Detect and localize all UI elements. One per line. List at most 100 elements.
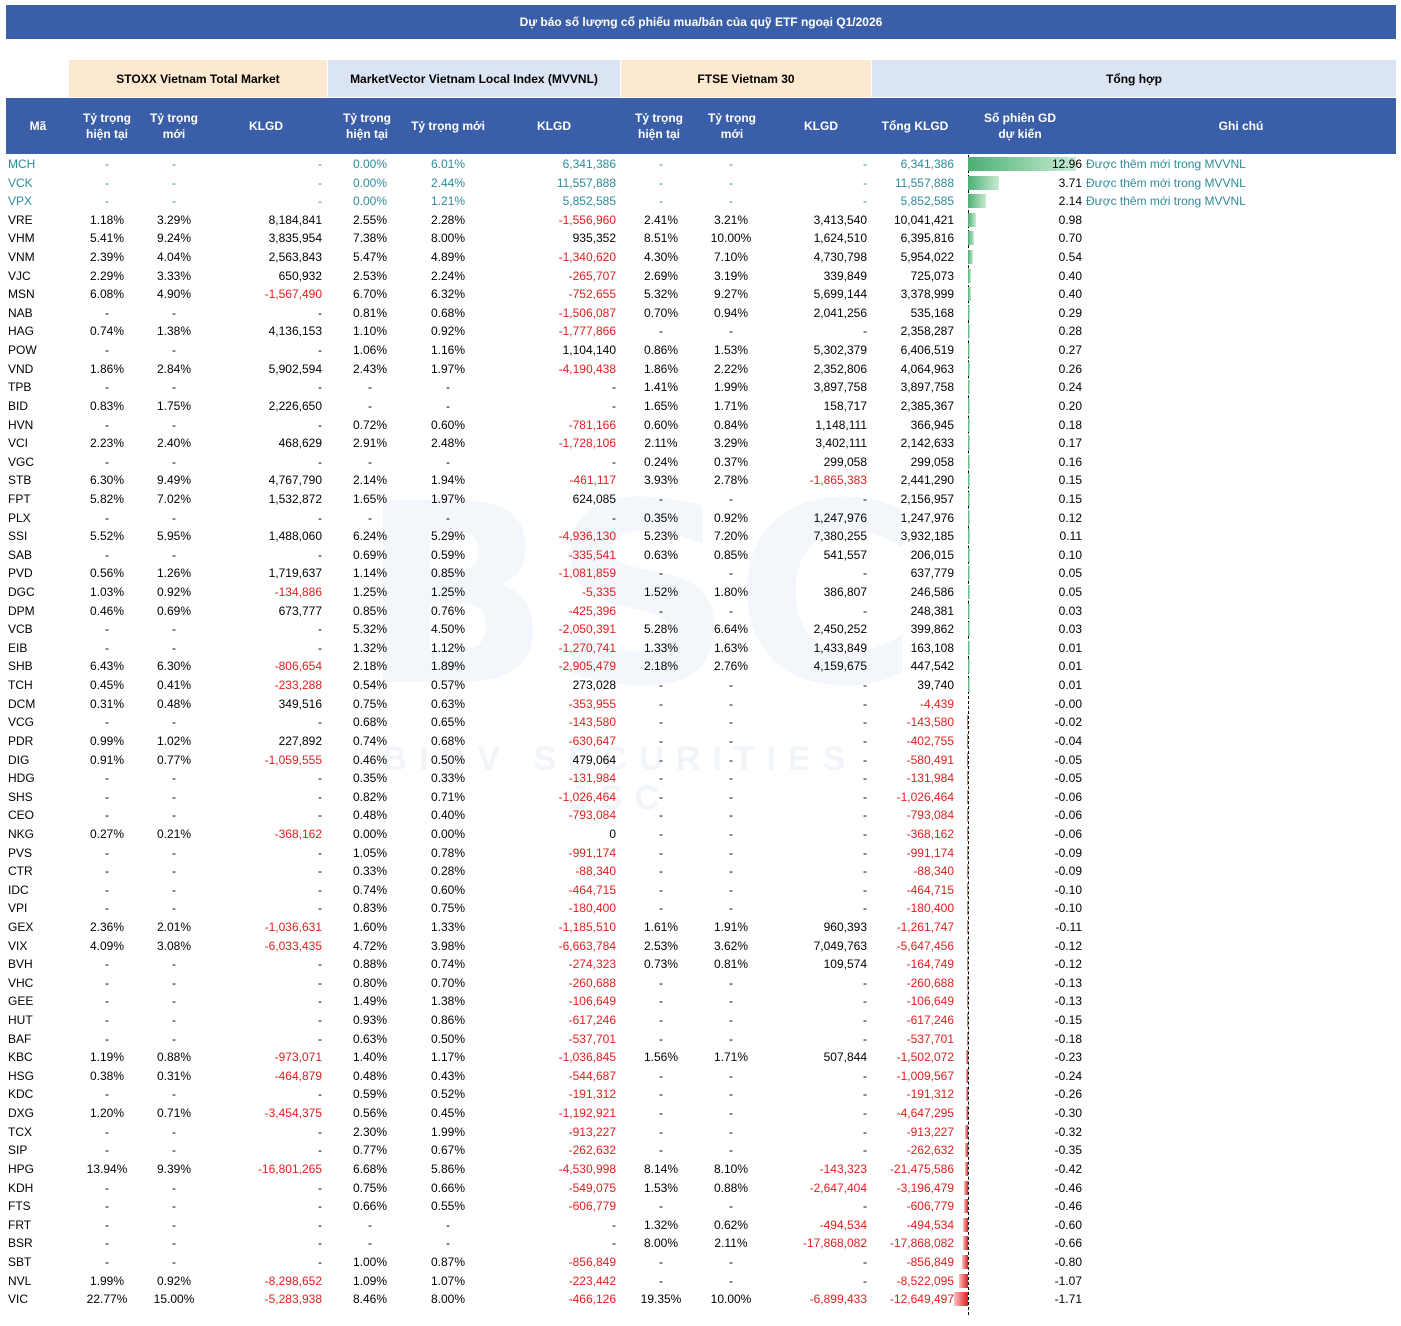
cell-stoxx-cur: 1.19% xyxy=(89,1050,125,1065)
cell-note xyxy=(1086,713,1386,732)
cell-stoxx-cur: - xyxy=(105,1087,109,1102)
cell-stoxx-cur: - xyxy=(105,454,109,469)
cell-note xyxy=(1086,937,1386,956)
cell-mv-cur: 1.06% xyxy=(352,343,388,358)
cell-sessions: 0.15 xyxy=(1058,473,1082,488)
cell-stoxx-cur: 0.74% xyxy=(89,324,125,339)
cell-stoxx-klgd: -1,059,555 xyxy=(264,752,322,767)
cell-stoxx-klgd: - xyxy=(318,1087,322,1102)
cell-stoxx-new: 3.33% xyxy=(156,268,192,283)
cell-ftse-new: 2.76% xyxy=(713,659,749,674)
cell-ftse-klgd: -1,865,383 xyxy=(809,473,867,488)
sessions-bar xyxy=(959,1273,968,1288)
cell-mv-klgd: -2,905,479 xyxy=(558,659,616,674)
cell-ftse-klgd: 960,393 xyxy=(823,919,867,934)
cell-ma: SBT xyxy=(8,1254,32,1269)
sessions-bar xyxy=(966,1050,968,1065)
cell-stoxx-klgd: -233,288 xyxy=(274,678,322,693)
group-stoxx: STOXX Vietnam Total Market xyxy=(69,60,327,97)
header-stoxx-current: Tỷ trọng hiện tại xyxy=(83,111,131,141)
cell-ftse-new: - xyxy=(729,975,733,990)
cell-ftse-new: - xyxy=(729,157,733,171)
cell-note xyxy=(1086,564,1386,583)
cell-ftse-cur: 8.00% xyxy=(643,1236,679,1251)
cell-stoxx-cur: - xyxy=(105,305,109,320)
cell-ftse-cur: - xyxy=(659,1254,663,1269)
cell-ftse-klgd: - xyxy=(863,603,867,618)
cell-stoxx-klgd: - xyxy=(318,175,322,190)
cell-sessions: 0.54 xyxy=(1058,250,1082,265)
cell-mv-cur: 5.32% xyxy=(352,622,388,637)
cell-mv-new: 0.75% xyxy=(430,901,466,916)
sessions-bar xyxy=(965,1106,968,1121)
cell-ftse-new: 6.64% xyxy=(713,622,749,637)
cell-stoxx-klgd: - xyxy=(318,640,322,655)
cell-mv-klgd: 6,341,386 xyxy=(562,157,616,171)
cell-note xyxy=(1086,992,1386,1011)
cell-ftse-new: 1.63% xyxy=(713,640,749,655)
cell-total-klgd: -21,475,586 xyxy=(889,1161,954,1176)
cell-mv-new: 1.99% xyxy=(430,1124,466,1139)
cell-mv-cur: 0.33% xyxy=(352,864,388,879)
cell-ma: DXG xyxy=(8,1106,35,1121)
cell-ma: PVD xyxy=(8,566,33,581)
table-row: VCG - - - 0.68% 0.65% -143,580 - - - -143,580 -0.02 xyxy=(6,713,1396,732)
cell-stoxx-klgd: 673,777 xyxy=(278,603,322,618)
table-row: BSR - - - - - - 8.00% 2.11% -17,868,082 -17,868,08… xyxy=(6,1234,1396,1253)
cell-note xyxy=(1086,1197,1386,1216)
header-stoxx-new: Tỷ trọng mới xyxy=(150,111,198,141)
cell-stoxx-new: 0.41% xyxy=(156,678,192,693)
cell-mv-cur: 2.43% xyxy=(352,361,388,376)
table-row: NVL 1.99% 0.92% -8,298,652 1.09% 1.07% -223,44… xyxy=(6,1272,1396,1291)
cell-mv-cur: 2.53% xyxy=(352,268,388,283)
cell-note xyxy=(1086,806,1386,825)
cell-mv-new: 8.00% xyxy=(430,1292,466,1307)
table-row: FRT - - - - - - 1.32% 0.62% -494,534 -494,534 -0.60 xyxy=(6,1216,1396,1235)
cell-stoxx-cur: - xyxy=(105,157,109,171)
cell-ma: DIG xyxy=(8,752,30,767)
cell-ftse-cur: - xyxy=(659,845,663,860)
cell-stoxx-new: - xyxy=(172,454,176,469)
cell-note xyxy=(1086,1011,1386,1030)
cell-ftse-cur: 0.60% xyxy=(643,417,679,432)
cell-mv-cur: 0.74% xyxy=(352,882,388,897)
cell-stoxx-new: 15.00% xyxy=(153,1292,195,1307)
cell-ftse-new: - xyxy=(729,175,733,190)
table-row: VGC - - - - - - 0.24% 0.37% 299,058 299,058 0.16 xyxy=(6,453,1396,472)
cell-stoxx-cur: - xyxy=(105,1124,109,1139)
cell-total-klgd: -164,749 xyxy=(906,957,954,972)
cell-mv-new: 3.98% xyxy=(430,938,466,953)
cell-ma: VIC xyxy=(8,1292,29,1307)
cell-sessions: -0.26 xyxy=(1054,1087,1082,1102)
cell-ftse-cur: - xyxy=(659,1199,663,1214)
cell-mv-klgd: - xyxy=(612,454,616,469)
cell-stoxx-new: 1.75% xyxy=(156,398,192,413)
cell-stoxx-klgd: - xyxy=(318,1013,322,1028)
cell-stoxx-klgd: - xyxy=(318,305,322,320)
table-row: VPI - - - 0.83% 0.75% -180,400 - - - -180,400 -0.10 xyxy=(6,899,1396,918)
cell-ma: VGC xyxy=(8,454,35,469)
table-row: BVH - - - 0.88% 0.74% -274,323 0.73% 0.81% 109,57… xyxy=(6,955,1396,974)
cell-note xyxy=(1086,1067,1386,1086)
cell-ftse-klgd: 5,302,379 xyxy=(813,343,867,358)
cell-mv-new: 0.60% xyxy=(430,882,466,897)
cell-total-klgd: 6,395,816 xyxy=(900,231,954,246)
sessions-bar xyxy=(964,1199,968,1214)
cell-stoxx-klgd: - xyxy=(318,994,322,1009)
cell-total-klgd: 535,168 xyxy=(910,305,954,320)
cell-total-klgd: -260,688 xyxy=(906,975,954,990)
cell-mv-new: 0.70% xyxy=(430,975,466,990)
table-row: SHB 6.43% 6.30% -806,654 2.18% 1.89% -2,905,47… xyxy=(6,657,1396,676)
cell-stoxx-klgd: - xyxy=(318,1143,322,1158)
cell-sessions: -0.42 xyxy=(1054,1161,1082,1176)
cell-ma: IDC xyxy=(8,882,29,897)
cell-mv-klgd: -6,663,784 xyxy=(558,938,616,953)
cell-mv-new: 5.86% xyxy=(430,1161,466,1176)
cell-ftse-klgd: - xyxy=(863,1124,867,1139)
cell-total-klgd: 248,381 xyxy=(910,603,954,618)
cell-ftse-klgd: - xyxy=(863,696,867,711)
cell-total-klgd: -1,261,747 xyxy=(896,919,954,934)
cell-mv-klgd: -461,117 xyxy=(569,473,616,488)
cell-stoxx-new: - xyxy=(172,771,176,786)
cell-mv-klgd: - xyxy=(612,1236,616,1251)
